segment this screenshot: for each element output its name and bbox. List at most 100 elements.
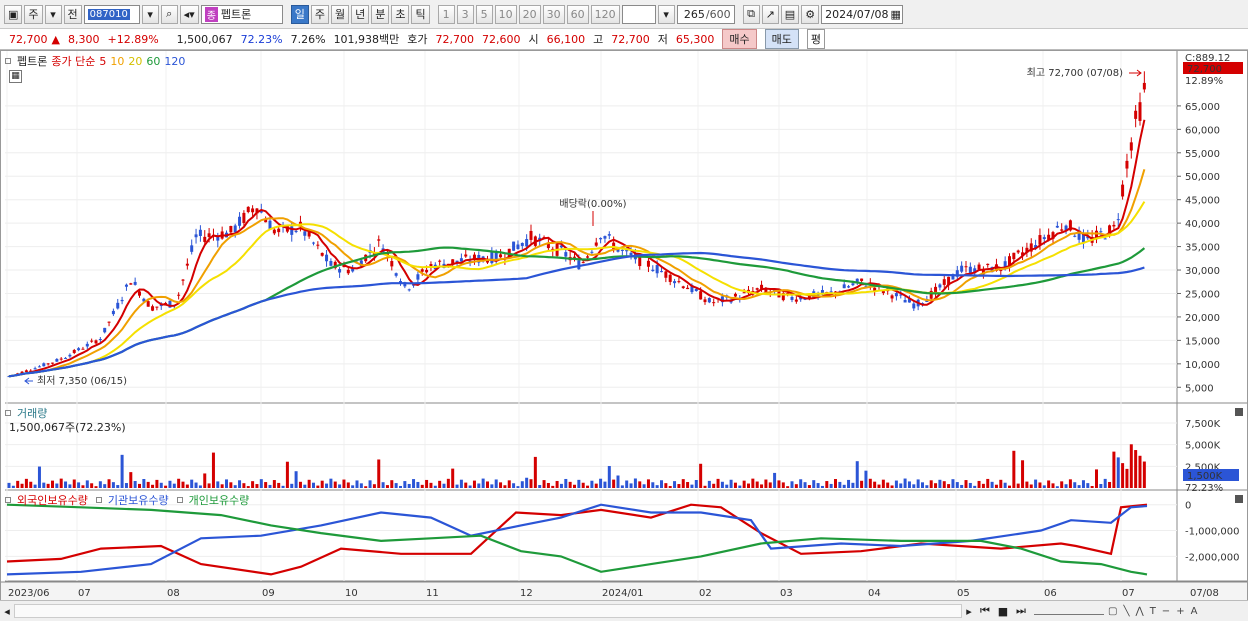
zoom-out-icon[interactable]: − (1162, 606, 1170, 617)
volume-bar (851, 482, 855, 488)
panel-toggle-icon[interactable] (5, 58, 11, 64)
candle-body (120, 299, 124, 302)
volume-bar (329, 478, 333, 488)
interval-60[interactable]: 60 (566, 4, 589, 24)
volume-bar (1138, 455, 1142, 488)
candle-type-icon[interactable]: ⧉ (742, 4, 760, 24)
volume-bar (542, 480, 546, 488)
candle-body (490, 251, 494, 264)
zoom-slider[interactable] (1034, 607, 1104, 615)
period-day[interactable]: 일 (290, 4, 309, 24)
ma120-label[interactable]: 120 (164, 55, 185, 68)
interval-5[interactable]: 5 (475, 4, 493, 24)
institution-holding-label[interactable]: 기관보유수량 (108, 492, 169, 508)
calendar-icon[interactable]: ▦ (890, 8, 900, 21)
volume-bar (1012, 450, 1016, 488)
market-button[interactable]: 주 (24, 4, 43, 24)
rewind-icon[interactable]: ⏮ (976, 604, 994, 618)
open-price: 66,100 (546, 32, 586, 46)
ma5-label[interactable]: 5 (99, 55, 106, 68)
period-minute[interactable]: 분 (371, 4, 390, 24)
interval-120[interactable]: 120 (590, 4, 620, 24)
stop-icon[interactable]: ■ (994, 605, 1012, 618)
volume-bar (886, 482, 890, 488)
volume-bar (929, 480, 933, 488)
speaker-icon[interactable]: ◂▾ (179, 4, 199, 24)
panel-toggle-icon[interactable] (95, 497, 102, 503)
period-month[interactable]: 월 (330, 4, 350, 24)
volume-bar (433, 485, 437, 488)
candle-body (55, 359, 59, 362)
buy-button[interactable]: 매수 (722, 29, 757, 49)
font-icon[interactable]: A (1191, 606, 1198, 617)
rect-tool-icon[interactable]: ▢ (1108, 606, 1117, 617)
ma10-label[interactable]: 10 (110, 55, 124, 68)
candle-body (829, 291, 833, 293)
search-icon[interactable]: ⌕ (160, 4, 178, 24)
stock-name-field[interactable]: 종 펩트론 (200, 4, 283, 24)
ma20-label[interactable]: 20 (128, 55, 142, 68)
date-input[interactable]: 2024/07/08 ▦ (821, 4, 904, 24)
drawing-tools[interactable]: ▢ ╲ ⋀ T − + A (1108, 606, 1248, 617)
average-button[interactable]: 평 (806, 29, 826, 49)
forward-icon[interactable]: ⏭ (1012, 604, 1030, 618)
volume-bar (847, 479, 851, 488)
interval-30[interactable]: 30 (542, 4, 565, 24)
volume-bar (938, 479, 942, 488)
period-year[interactable]: 년 (351, 4, 370, 24)
fib-tool-icon[interactable]: ⋀ (1135, 606, 1143, 617)
low-annotation: 최저 7,350 (06/15) (37, 375, 127, 387)
panel-toggle-icon[interactable] (5, 497, 11, 503)
volume-bar (625, 480, 629, 488)
draw-tool-icon[interactable]: ↗ (761, 4, 779, 24)
gear-icon[interactable]: ⚙ (801, 4, 820, 24)
panel-toggle-icon[interactable] (5, 410, 11, 416)
zoom-in-icon[interactable]: + (1176, 606, 1184, 617)
volume-bar (177, 478, 181, 488)
sell-button[interactable]: 매도 (764, 29, 799, 49)
interval-1[interactable]: 1 (437, 4, 455, 24)
x-axis-month-label: 09 (262, 588, 275, 599)
stock-code-input[interactable]: 087010 (83, 4, 140, 24)
interval-dropdown-icon[interactable]: ▾ (657, 4, 675, 24)
volume-bar (960, 484, 964, 488)
period-tick[interactable]: 틱 (411, 4, 430, 24)
volume-bar (285, 461, 289, 488)
ma60-label[interactable]: 60 (146, 55, 160, 68)
scroll-right-icon[interactable]: ▸ (962, 605, 976, 618)
window-icon[interactable]: ▣ (4, 4, 23, 24)
x-axis-month-label: 04 (868, 588, 881, 599)
market-dropdown-icon[interactable]: ▾ (44, 4, 62, 24)
foreign-holding-label[interactable]: 외국인보유수량 (17, 492, 88, 508)
candle-body (942, 279, 946, 285)
chart-area[interactable]: 65,000 60,000 55,000 50,000 45,000 40,000 35,0… (0, 50, 1248, 603)
interval-10[interactable]: 10 (494, 4, 517, 24)
calculator-icon[interactable]: ▦ (9, 70, 22, 83)
prev-button[interactable]: 전 (63, 4, 82, 24)
volume-bar (211, 452, 215, 488)
interval-custom-input[interactable] (621, 4, 656, 24)
save-icon[interactable]: ▤ (780, 4, 800, 24)
code-dropdown-icon[interactable]: ▾ (141, 4, 159, 24)
volume-bar (868, 478, 872, 488)
individual-holding-label[interactable]: 개인보유수량 (189, 492, 250, 508)
line-tool-icon[interactable]: ╲ (1123, 606, 1129, 617)
volume-bar (916, 479, 920, 488)
interval-20[interactable]: 20 (518, 4, 541, 24)
panel-toggle-icon[interactable] (176, 497, 183, 503)
interval-3[interactable]: 3 (456, 4, 474, 24)
candle-body (394, 273, 398, 276)
low-label: 저 (657, 33, 668, 46)
horizontal-scrollbar[interactable] (14, 604, 962, 618)
period-second[interactable]: 초 (391, 4, 410, 24)
chart-svg[interactable]: 65,00060,00055,00050,00045,00040,00035,0… (1, 51, 1247, 602)
volume-bar (1016, 483, 1020, 488)
volume-bar (616, 475, 620, 488)
count-field[interactable]: 265/600 (676, 4, 735, 24)
period-week[interactable]: 주 (310, 4, 329, 24)
text-tool-icon[interactable]: T (1150, 606, 1156, 617)
scroll-left-icon[interactable]: ◂ (0, 605, 14, 618)
candle-body (1042, 237, 1046, 240)
volume-bar (16, 480, 20, 488)
volume-bar (747, 483, 750, 488)
